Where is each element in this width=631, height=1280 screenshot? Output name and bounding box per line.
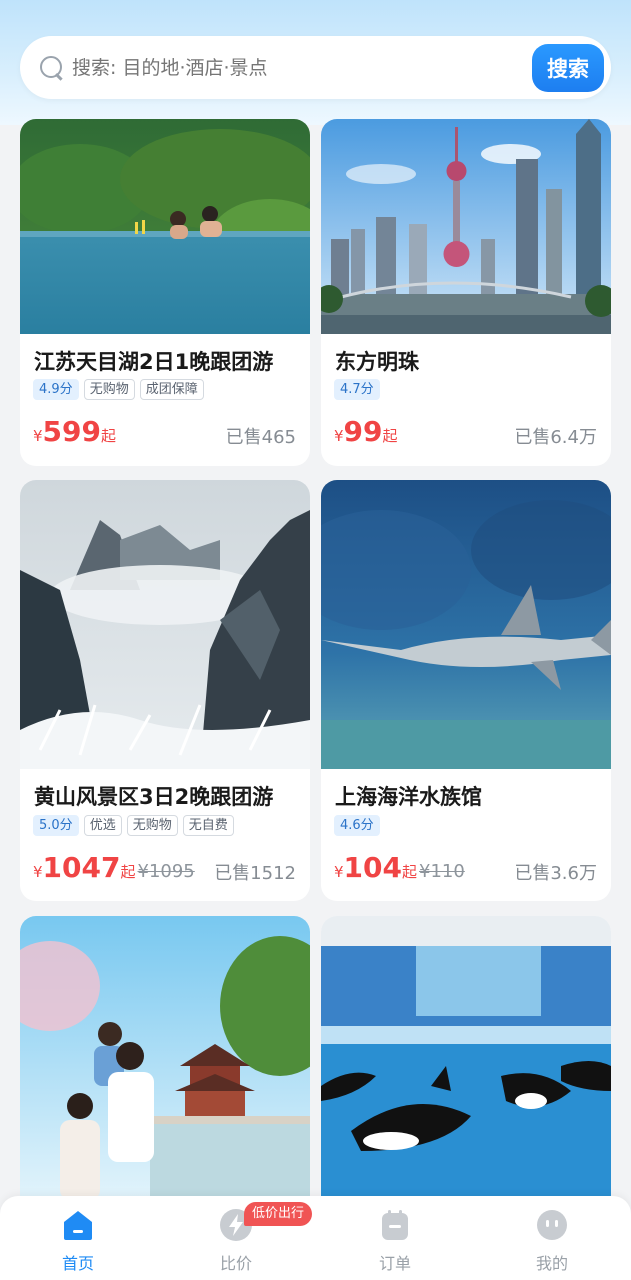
price-unit: 起	[382, 427, 398, 445]
price-value: 1047	[42, 851, 121, 884]
price-row: ¥ 1047 起 ¥1095	[33, 851, 195, 884]
price-currency: ¥	[33, 863, 43, 881]
nav-label: 订单	[378, 1254, 411, 1273]
order-icon	[382, 1210, 408, 1240]
product-card[interactable]: 上海海洋水族馆 4.6分 ¥ 104 起 ¥110 已售3.6万	[321, 480, 611, 901]
original-price: ¥1095	[137, 861, 195, 882]
price-row: ¥ 99 起	[334, 415, 398, 448]
nav-label: 我的	[535, 1254, 568, 1273]
price-unit: 起	[402, 863, 418, 881]
price-value: 104	[343, 851, 402, 884]
price-row: ¥ 599 起	[33, 415, 116, 448]
sold-count: 已售6.4万	[514, 427, 597, 448]
product-card[interactable]: 黄山风景区3日2晚跟团游 5.0分 优选 无购物 无自费 ¥ 1047 起 ¥1…	[20, 480, 310, 901]
price-value: 99	[343, 415, 383, 448]
product-tags: 5.0分 优选 无购物 无自费	[33, 815, 234, 836]
feature-tag: 无自费	[182, 815, 234, 836]
search-button[interactable]: 搜索	[532, 43, 604, 92]
product-tags: 4.7分	[334, 379, 380, 400]
nav-orders[interactable]: 订单	[355, 1196, 435, 1280]
feature-tag: 无购物	[126, 815, 178, 836]
product-card[interactable]	[321, 916, 611, 1216]
product-title: 东方明珠	[335, 350, 419, 374]
rating-tag: 5.0分	[33, 815, 79, 836]
original-price: ¥110	[419, 861, 465, 882]
price-value: 599	[42, 415, 101, 448]
nav-profile[interactable]: 我的	[512, 1196, 592, 1280]
rating-tag: 4.6分	[334, 815, 380, 836]
profile-icon	[537, 1210, 567, 1240]
search-icon	[40, 55, 64, 80]
sold-count: 已售3.6万	[514, 863, 597, 884]
promo-badge: 低价出行	[244, 1202, 313, 1226]
price-row: ¥ 104 起 ¥110	[334, 851, 465, 884]
feature-tag: 无购物	[83, 379, 135, 400]
sold-count: 已售1512	[214, 863, 296, 884]
product-card[interactable]	[20, 916, 310, 1216]
product-title: 江苏天目湖2日1晚跟团游	[34, 350, 274, 374]
bottom-nav: 首页 比价 订单 我的	[0, 1196, 631, 1280]
feature-tag: 优选	[83, 815, 122, 836]
product-photo	[321, 916, 611, 1216]
price-unit: 起	[120, 863, 136, 881]
product-photo	[321, 480, 611, 769]
product-photo	[20, 916, 310, 1216]
product-tags: 4.9分 无购物 成团保障	[33, 379, 204, 400]
nav-label: 比价	[219, 1254, 252, 1273]
product-title: 上海海洋水族馆	[335, 785, 482, 809]
nav-label: 首页	[61, 1254, 94, 1273]
product-photo	[20, 480, 310, 769]
product-card[interactable]: 东方明珠 4.7分 ¥ 99 起 已售6.4万	[321, 119, 611, 466]
rating-tag: 4.7分	[334, 379, 380, 400]
search-bar[interactable]: 搜索	[20, 36, 611, 99]
home-icon	[64, 1211, 92, 1240]
price-currency: ¥	[33, 427, 43, 445]
product-card[interactable]: 江苏天目湖2日1晚跟团游 4.9分 无购物 成团保障 ¥ 599 起 已售465	[20, 119, 310, 466]
price-currency: ¥	[334, 427, 344, 445]
product-tags: 4.6分	[334, 815, 380, 836]
product-photo	[20, 119, 310, 334]
product-photo	[321, 119, 611, 334]
price-currency: ¥	[334, 863, 344, 881]
search-input[interactable]	[72, 56, 532, 79]
price-unit: 起	[101, 427, 117, 445]
sold-count: 已售465	[225, 427, 296, 448]
rating-tag: 4.9分	[33, 379, 79, 400]
nav-home[interactable]: 首页	[38, 1196, 118, 1280]
product-title: 黄山风景区3日2晚跟团游	[34, 785, 274, 809]
feature-tag: 成团保障	[139, 379, 204, 400]
